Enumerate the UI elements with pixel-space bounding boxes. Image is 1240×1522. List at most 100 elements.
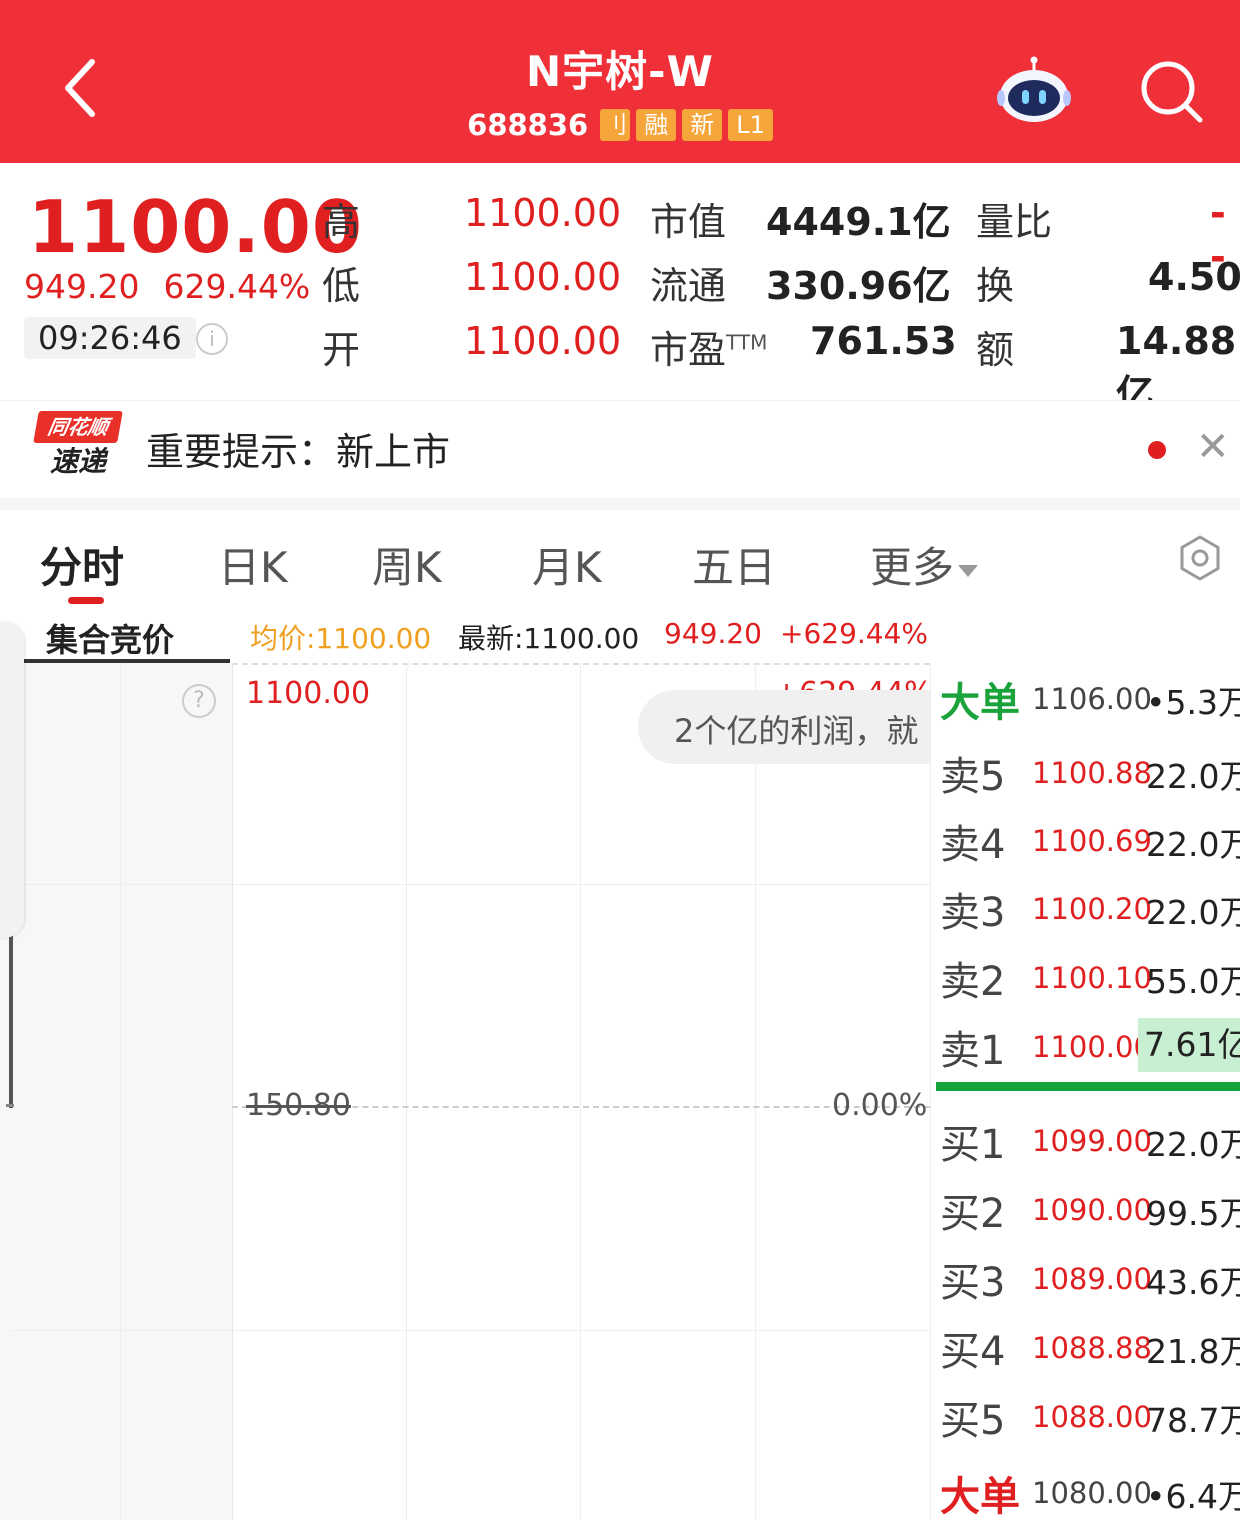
bid-price: 1088.00 (1032, 1400, 1152, 1434)
big-order-label: 大单 (940, 680, 1020, 726)
gear-icon (1180, 535, 1220, 581)
bid-row-2[interactable]: 买2 1090.00 99.5万 (930, 1175, 1240, 1237)
label-volume-ratio: 量比 (976, 200, 1053, 244)
bid-label: 买3 (940, 1260, 1006, 1306)
top-bar: N宇树-W 688836 刂 融 新 L1 (0, 0, 1240, 163)
help-icon[interactable]: ? (182, 684, 216, 718)
bid-price: 1089.00 (1032, 1262, 1152, 1296)
change-amount: 949.20 (24, 267, 140, 306)
value-open: 1100.00 (464, 319, 622, 363)
tag-margin-partial[interactable]: 刂 (600, 109, 631, 141)
info-icon[interactable]: i (196, 323, 228, 355)
tab-monthly-k[interactable]: 月K (532, 534, 602, 595)
ask-volume: 22.0万 (1146, 893, 1240, 932)
tab-weekly-k[interactable]: 周K (372, 534, 442, 595)
label-market-cap: 市值 (650, 200, 727, 244)
chart-tabs: 分时 日K 周K 月K 五日 更多 (0, 510, 1240, 605)
chart-info-row: 集合竞价 均价:1100.00 最新:1100.00 949.20 +629.4… (0, 605, 1240, 664)
notice-text: 重要提示：新上市 (146, 430, 451, 474)
axis-tick (6, 1104, 14, 1107)
label-float-cap: 流通 (650, 264, 727, 308)
auction-label[interactable]: 集合竞价 (46, 615, 174, 661)
ask-label: 卖4 (940, 822, 1006, 868)
chevron-down-icon (958, 564, 979, 577)
bid-volume: 99.5万 (1146, 1194, 1240, 1233)
tab-intraday[interactable]: 分时 (40, 534, 124, 595)
bid-volume: 78.7万 (1146, 1401, 1240, 1440)
latest-change-percent: +629.44% (780, 617, 929, 650)
tag-margin[interactable]: 融 (636, 109, 677, 141)
bid-row-5[interactable]: 买5 1088.00 78.7万 (930, 1382, 1240, 1444)
bid-label: 买1 (940, 1122, 1006, 1168)
ai-assistant-button[interactable] (996, 56, 1072, 126)
ask-row-2[interactable]: 卖2 1100.10 55.0万 (930, 943, 1240, 1005)
quote-time: 09:26:46 (24, 317, 196, 359)
side-drawer-handle[interactable] (0, 622, 24, 938)
average-price: 均价:1100.00 (250, 622, 432, 655)
search-icon (1141, 61, 1203, 123)
ask-price: 1100.10 (1032, 961, 1152, 995)
label-low: 低 (322, 264, 361, 308)
tag-l1[interactable]: L1 (728, 109, 773, 141)
big-sell-order-row[interactable]: 大单 1106.00 •5.3万 (930, 664, 1240, 726)
grid-vline (755, 663, 756, 1520)
value-pe: 761.53 (810, 319, 957, 363)
ask-price: 1100.00 (1032, 1030, 1152, 1064)
big-order-volume: •6.4万 (1146, 1477, 1240, 1516)
bid-row-1[interactable]: 买1 1099.00 22.0万 (930, 1106, 1240, 1168)
bid-price: 1088.88 (1032, 1331, 1152, 1365)
section-separator (0, 498, 1240, 510)
value-turnover: 4.50% (1148, 255, 1240, 299)
ask-label: 卖3 (940, 890, 1006, 936)
ask-row-1[interactable]: 卖1 1100.00 7.61亿 (930, 1012, 1240, 1074)
price-change: 949.20 629.44% (24, 267, 334, 306)
notice-bar[interactable]: 同花顺 速递 重要提示：新上市 ✕ (0, 400, 1240, 498)
big-buy-order-row[interactable]: 大单 1080.00 •6.4万 (930, 1458, 1240, 1520)
bid-row-3[interactable]: 买3 1089.00 43.6万 (930, 1244, 1240, 1306)
big-order-price: 1106.00 (1032, 682, 1152, 716)
current-price: 1100.00 (28, 185, 363, 269)
latest-change: 949.20 (664, 617, 762, 650)
ask-label: 卖1 (940, 1028, 1006, 1074)
value-high: 1100.00 (464, 191, 622, 235)
tab-daily-k[interactable]: 日K (218, 534, 288, 595)
tag-new[interactable]: 新 (682, 109, 723, 141)
label-open: 开 (322, 328, 361, 372)
big-order-volume: •5.3万 (1146, 683, 1240, 722)
value-low: 1100.00 (464, 255, 622, 299)
bid-volume: 43.6万 (1146, 1263, 1240, 1302)
auction-chart-area[interactable] (0, 663, 232, 1520)
tab-more[interactable]: 更多 (870, 534, 979, 595)
ask-volume: 22.0万 (1146, 757, 1240, 796)
grid-vline (580, 663, 581, 1520)
close-notice-button[interactable]: ✕ (1196, 427, 1230, 467)
value-float-cap: 330.96亿 (766, 264, 951, 308)
grid-hline (10, 1330, 930, 1331)
comment-bubble[interactable]: 2个亿的利润，就 (638, 690, 930, 764)
big-order-label: 大单 (940, 1474, 1020, 1520)
bid-row-4[interactable]: 买4 1088.88 21.8万 (930, 1313, 1240, 1375)
bid-label: 买5 (940, 1398, 1006, 1444)
ask-price: 1100.69 (1032, 824, 1152, 858)
chart-reference-price: 150.80 (246, 1088, 351, 1123)
ttm-superscript: TTM (726, 330, 768, 355)
quote-panel: 1100.00 949.20 629.44% 09:26:46 i 高 1100.… (0, 163, 1240, 416)
chart-settings-button[interactable] (1176, 534, 1224, 582)
bid-price: 1099.00 (1032, 1124, 1152, 1158)
ask-row-3[interactable]: 卖3 1100.20 22.0万 (930, 874, 1240, 936)
label-high: 高 (322, 200, 361, 244)
grid-vline (120, 663, 121, 1520)
search-button[interactable] (1138, 58, 1204, 124)
ask-row-5[interactable]: 卖5 1100.88 22.0万 (930, 738, 1240, 800)
grid-hline (10, 884, 930, 885)
value-market-cap: 4449.1亿 (766, 200, 951, 244)
active-tab-indicator (68, 597, 104, 604)
chart-top-price: 1100.00 (246, 676, 371, 711)
tab-five-day[interactable]: 五日 (692, 534, 776, 595)
stock-code: 688836 (467, 108, 589, 142)
bid-volume: 21.8万 (1146, 1332, 1240, 1371)
grid-vline (406, 663, 407, 1520)
ask-row-4[interactable]: 卖4 1100.69 22.0万 (930, 806, 1240, 868)
bid-label: 买4 (940, 1329, 1006, 1375)
bid-price: 1090.00 (1032, 1193, 1152, 1227)
